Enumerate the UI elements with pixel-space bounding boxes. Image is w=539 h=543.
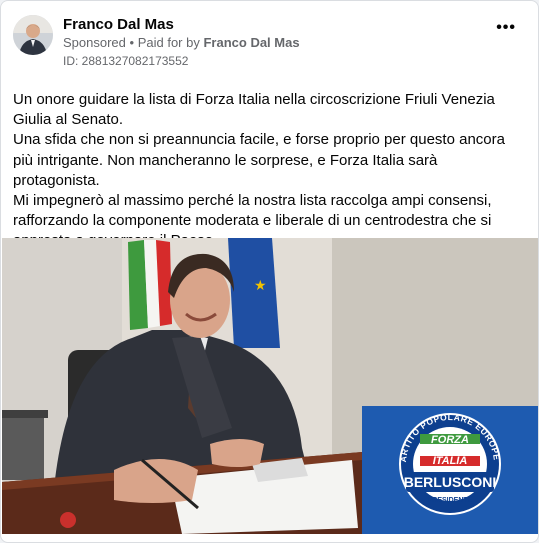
post-image[interactable]: ★ ARTITO POPOLARE EUROPE FORZA ITALIA BE… <box>2 238 538 534</box>
logo-berlusconi: BERLUSCONI <box>404 474 497 490</box>
author-name[interactable]: Franco Dal Mas <box>63 16 174 33</box>
logo-italia: ITALIA <box>433 455 468 467</box>
post-header: Franco Dal Mas Sponsored • Paid for by F… <box>13 13 526 73</box>
author-avatar[interactable] <box>13 15 53 55</box>
paid-for-name[interactable]: Franco Dal Mas <box>203 35 299 50</box>
logo-presidente: PRESIDENTE <box>428 497 473 504</box>
svg-text:★: ★ <box>254 278 267 294</box>
meta-separator: • <box>129 35 135 50</box>
logo-forza: FORZA <box>431 434 469 446</box>
post-text: Un onore guidare la lista di Forza Itali… <box>13 90 528 252</box>
paid-for-label: Paid for by <box>137 35 200 50</box>
sponsored-label: Sponsored <box>63 35 126 50</box>
post-text-line: Un onore guidare la lista di Forza Itali… <box>13 91 495 129</box>
more-options-icon[interactable]: ••• <box>496 19 516 37</box>
sponsored-meta: Sponsored • Paid for by Franco Dal Mas <box>63 35 300 50</box>
sponsored-post-card: Franco Dal Mas Sponsored • Paid for by F… <box>0 0 539 543</box>
post-photo-illustration: ★ ARTITO POPOLARE EUROPE FORZA ITALIA BE… <box>2 238 538 534</box>
ad-id: ID: 2881327082173552 <box>63 54 189 68</box>
post-text-line: Una sfida che non si preannuncia facile,… <box>13 131 505 189</box>
